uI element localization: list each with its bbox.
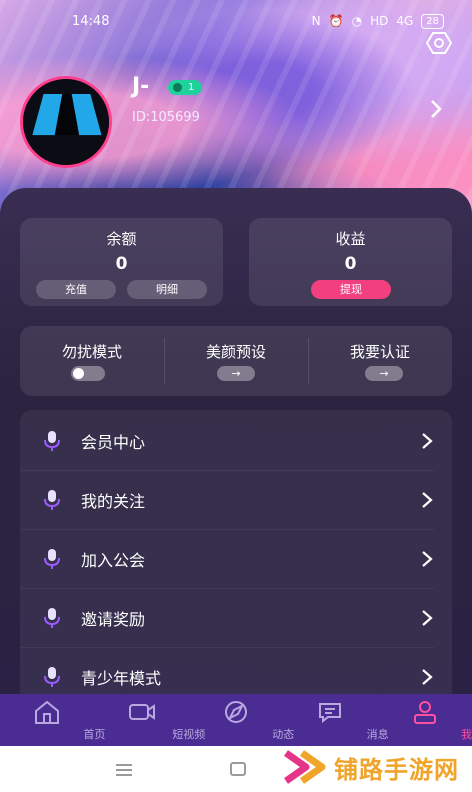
quick-settings-card: 勿扰模式 美颜预设 → 我要认证 →	[20, 326, 452, 396]
nfc-icon: N	[311, 14, 321, 28]
bottom-tab-bar: 首页 短视频 动态 消息 我的	[0, 694, 472, 746]
withdraw-button[interactable]: 提现	[311, 280, 391, 299]
tab-home[interactable]: 首页	[0, 694, 105, 746]
status-bar: 14:48 N ⏰ ◔ HD 4G 28	[0, 0, 472, 42]
toggle-knob	[73, 368, 84, 379]
menu-item-invite-rewards[interactable]: 邀请奖励	[20, 588, 434, 647]
tab-label: 我的	[461, 728, 472, 741]
income-value: 0	[344, 254, 357, 274]
chevron-right-icon	[422, 551, 433, 567]
menu-icon[interactable]	[116, 764, 132, 776]
wifi-icon: ◔	[351, 14, 363, 28]
detail-button[interactable]: 明细	[127, 280, 207, 299]
chat-bubble-icon	[319, 703, 342, 724]
tab-short-video[interactable]: 短视频	[94, 694, 205, 746]
chevron-right-icon	[422, 610, 433, 626]
settings-icon[interactable]	[426, 30, 452, 56]
home-icon	[35, 700, 60, 724]
beauty-preset-item: 美颜预设 →	[164, 326, 308, 396]
beauty-preset-arrow-button[interactable]: →	[217, 366, 255, 381]
menu-item-label: 会员中心	[81, 432, 146, 452]
watermark-text: 铺路手游网	[334, 755, 459, 784]
menu-item-following[interactable]: 我的关注	[20, 470, 434, 529]
recharge-button[interactable]: 充值	[36, 280, 116, 299]
microphone-icon	[44, 549, 60, 569]
menu-item-label: 我的关注	[81, 492, 146, 511]
chevron-right-icon[interactable]	[428, 98, 444, 120]
user-icon	[413, 701, 436, 724]
dnd-mode-label: 勿扰模式	[61, 343, 122, 361]
balance-title: 余额	[106, 230, 137, 248]
home-button-icon[interactable]	[230, 762, 246, 776]
chevron-right-icon	[422, 432, 433, 449]
balance-card: 余额 0 充值 明细	[20, 218, 223, 306]
watermark-logo-icon	[283, 750, 326, 784]
chevron-right-icon	[422, 492, 433, 508]
tab-moments[interactable]: 动态	[189, 694, 294, 746]
watermark: 铺路手游网	[282, 744, 472, 790]
microphone-icon	[44, 490, 60, 510]
menu-item-label: 邀请奖励	[81, 610, 146, 629]
hd-icon: HD	[370, 14, 389, 28]
microphone-icon	[44, 430, 60, 451]
status-icons: N ⏰ ◔ HD 4G 28	[311, 13, 444, 29]
username: J-	[132, 74, 150, 99]
income-card: 收益 0 提现	[249, 218, 452, 306]
user-id: ID:105699	[132, 110, 200, 125]
video-camera-icon	[128, 704, 155, 720]
microphone-icon	[44, 667, 60, 687]
network-icon: 4G	[396, 14, 414, 28]
dnd-mode-toggle[interactable]	[71, 366, 105, 381]
verification-label: 我要认证	[349, 343, 410, 361]
menu-item-vip-center[interactable]: 会员中心	[20, 411, 434, 470]
microphone-icon	[44, 608, 60, 628]
menu-item-label: 青少年模式	[81, 669, 162, 688]
balance-value: 0	[115, 254, 128, 274]
status-time: 14:48	[72, 13, 110, 29]
dnd-mode-item: 勿扰模式	[20, 326, 164, 396]
level-badge: 1	[168, 80, 203, 95]
verification-arrow-button[interactable]: →	[365, 366, 403, 381]
income-title: 收益	[335, 230, 366, 248]
verification-item: 我要认证 →	[308, 326, 452, 396]
menu-item-label: 加入公会	[81, 551, 146, 570]
avatar[interactable]	[20, 76, 112, 168]
chevron-right-icon	[422, 669, 433, 685]
alarm-icon: ⏰	[328, 14, 344, 28]
compass-icon	[225, 701, 248, 723]
tab-messages[interactable]: 消息	[283, 694, 389, 746]
beauty-preset-label: 美颜预设	[205, 343, 266, 361]
tab-mine[interactable]: 我的	[378, 694, 472, 746]
battery-icon: 28	[421, 13, 444, 29]
menu-item-join-guild[interactable]: 加入公会	[20, 529, 434, 588]
